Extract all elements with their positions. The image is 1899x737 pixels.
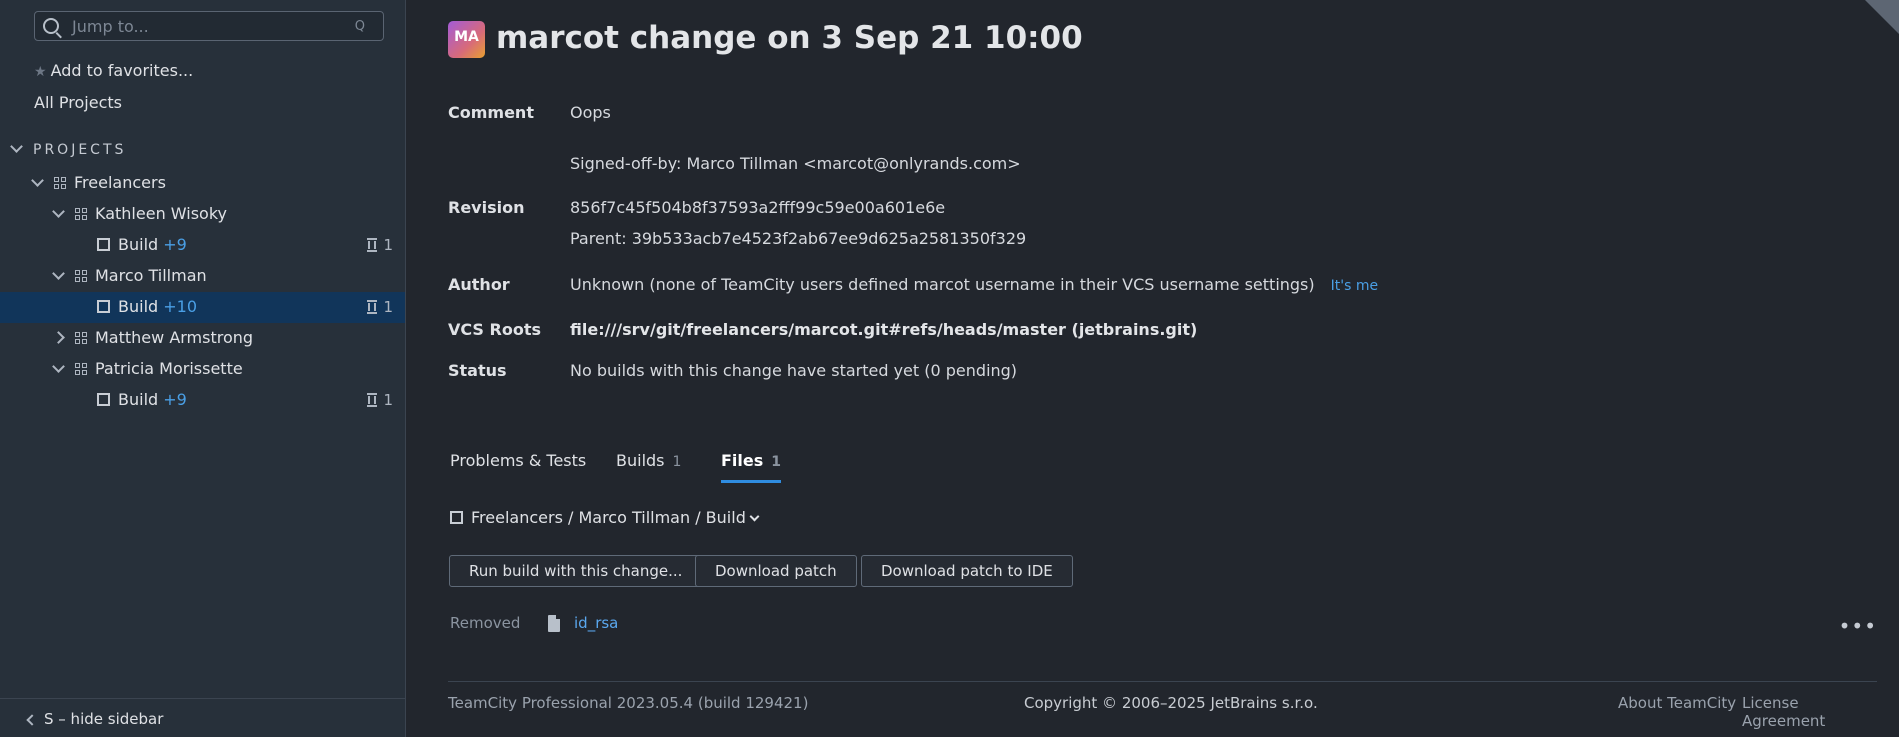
revision-hash: 856f7c45f504b8f37593a2fff99c59e00a601e6e <box>570 198 946 217</box>
chevron-right-icon[interactable] <box>52 331 65 344</box>
queued-count: 1 <box>383 298 393 316</box>
comment-label: Comment <box>448 103 534 122</box>
page-title: marcot change on 3 Sep 21 10:00 <box>496 20 1083 56</box>
author-label: Author <box>448 275 510 294</box>
project-icon <box>54 177 66 189</box>
tab-count: 1 <box>771 454 782 470</box>
build-config-icon <box>97 300 110 313</box>
author-text: Unknown (none of TeamCity users defined … <box>570 275 1315 294</box>
tree-item-patricia-build[interactable]: Build +9 1 <box>0 385 405 416</box>
pending-changes-count[interactable]: +9 <box>163 390 187 409</box>
breadcrumb: Freelancers / Marco Tillman / Build <box>471 508 746 527</box>
chevron-down-icon[interactable] <box>52 205 65 218</box>
file-icon <box>548 615 560 632</box>
run-build-button[interactable]: Run build with this change... <box>449 555 703 587</box>
hide-sidebar-button[interactable]: S – hide sidebar <box>0 698 405 737</box>
file-change-type: Removed <box>450 614 521 632</box>
download-patch-button[interactable]: Download patch <box>695 555 857 587</box>
queued-builds[interactable]: 1 <box>367 298 393 316</box>
tree-item-label: Marco Tillman <box>95 266 207 285</box>
tree-item-matthew-armstrong[interactable]: Matthew Armstrong <box>0 323 405 354</box>
tab-label: Files <box>721 451 764 470</box>
file-link[interactable]: id_rsa <box>574 614 618 632</box>
projects-header[interactable]: PROJECTS <box>10 140 127 158</box>
jump-to-search[interactable]: Jump to... Q <box>34 11 384 41</box>
hide-sidebar-label: S – hide sidebar <box>44 710 164 728</box>
tree-item-label: Patricia Morissette <box>95 359 243 378</box>
search-shortcut-hint: Q <box>354 19 365 34</box>
status-value: No builds with this change have started … <box>570 361 1018 380</box>
vcs-root-value: file:///srv/git/freelancers/marcot.git#r… <box>570 320 1198 339</box>
tab-label: Problems & Tests <box>450 451 587 470</box>
parent-revision: Parent: 39b533acb7e4523f2ab67ee9d625a258… <box>570 229 1027 248</box>
project-icon <box>75 208 87 220</box>
tree-item-label: Freelancers <box>74 173 166 192</box>
project-icon <box>75 270 87 282</box>
tree-item-freelancers[interactable]: Freelancers <box>0 168 405 199</box>
chevron-down-icon[interactable] <box>52 267 65 280</box>
tree-item-label: Build <box>118 235 159 254</box>
avatar: MA <box>448 21 485 58</box>
tree-item-label: Kathleen Wisoky <box>95 204 227 223</box>
queued-builds[interactable]: 1 <box>367 236 393 254</box>
tree-item-kathleen-wisoky[interactable]: Kathleen Wisoky <box>0 199 405 230</box>
sidebar: Jump to... Q ★ Add to favorites... All Pr… <box>0 0 406 737</box>
project-icon <box>75 363 87 375</box>
tab-problems-tests[interactable]: Problems & Tests <box>450 451 586 480</box>
hourglass-icon <box>367 393 378 407</box>
chevron-down-icon <box>10 140 23 153</box>
its-me-link[interactable]: It's me <box>1331 278 1378 294</box>
chevron-left-icon <box>26 714 38 726</box>
copyright-text: Copyright © 2006–2025 JetBrains s.r.o. <box>1024 694 1318 712</box>
about-teamcity-link[interactable]: About TeamCity <box>1618 694 1736 712</box>
build-config-icon <box>97 393 110 406</box>
comment-signoff: Signed-off-by: Marco Tillman <marcot@onl… <box>570 154 1021 173</box>
status-label: Status <box>448 361 507 380</box>
corner-fold-icon[interactable] <box>1865 0 1899 34</box>
queued-builds[interactable]: 1 <box>367 391 393 409</box>
tree-item-marco-tillman[interactable]: Marco Tillman <box>0 261 405 292</box>
add-to-favorites-link[interactable]: ★ Add to favorites... <box>34 61 193 80</box>
tab-count: 1 <box>672 454 682 470</box>
projects-header-label: PROJECTS <box>33 142 127 158</box>
download-patch-ide-button[interactable]: Download patch to IDE <box>861 555 1073 587</box>
tree-item-marco-build[interactable]: Build +10 1 <box>0 292 405 323</box>
search-icon <box>43 18 59 34</box>
queued-count: 1 <box>383 391 393 409</box>
comment-text: Oops <box>570 103 611 122</box>
project-icon <box>75 332 87 344</box>
more-options-icon[interactable]: ••• <box>1839 614 1877 638</box>
all-projects-link[interactable]: All Projects <box>34 93 122 112</box>
revision-label: Revision <box>448 198 525 217</box>
chevron-down-icon[interactable] <box>52 360 65 373</box>
vcs-roots-label: VCS Roots <box>448 320 541 339</box>
build-config-icon <box>450 511 463 524</box>
pending-changes-count[interactable]: +10 <box>163 297 197 316</box>
hourglass-icon <box>367 300 378 314</box>
license-agreement-link[interactable]: License Agreement <box>1742 694 1877 730</box>
queued-count: 1 <box>383 236 393 254</box>
add-favorites-label: Add to favorites... <box>50 61 194 80</box>
tree-item-kathleen-build[interactable]: Build +9 1 <box>0 230 405 261</box>
tab-files[interactable]: Files 1 <box>721 451 782 483</box>
footer: TeamCity Professional 2023.05.4 (build 1… <box>448 681 1877 730</box>
version-text: TeamCity Professional 2023.05.4 (build 1… <box>448 694 809 712</box>
tree-item-label: Build <box>118 297 159 316</box>
star-icon: ★ <box>34 64 47 80</box>
file-list-item: Removed id_rsa <box>450 614 618 632</box>
build-config-icon <box>97 238 110 251</box>
tab-builds[interactable]: Builds 1 <box>616 451 681 480</box>
search-input[interactable]: Jump to... <box>72 17 149 36</box>
tree-item-patricia-morissette[interactable]: Patricia Morissette <box>0 354 405 385</box>
pending-changes-count[interactable]: +9 <box>163 235 187 254</box>
main-content: MA marcot change on 3 Sep 21 10:00 Comme… <box>406 0 1899 737</box>
tab-label: Builds <box>616 451 665 470</box>
tree-item-label: Matthew Armstrong <box>95 328 254 347</box>
hourglass-icon <box>367 238 378 252</box>
tree-item-label: Build <box>118 390 159 409</box>
author-value: Unknown (none of TeamCity users defined … <box>570 275 1378 294</box>
build-config-selector[interactable]: Freelancers / Marco Tillman / Build <box>450 508 760 527</box>
chevron-down-icon <box>749 511 760 522</box>
chevron-down-icon[interactable] <box>31 174 44 187</box>
